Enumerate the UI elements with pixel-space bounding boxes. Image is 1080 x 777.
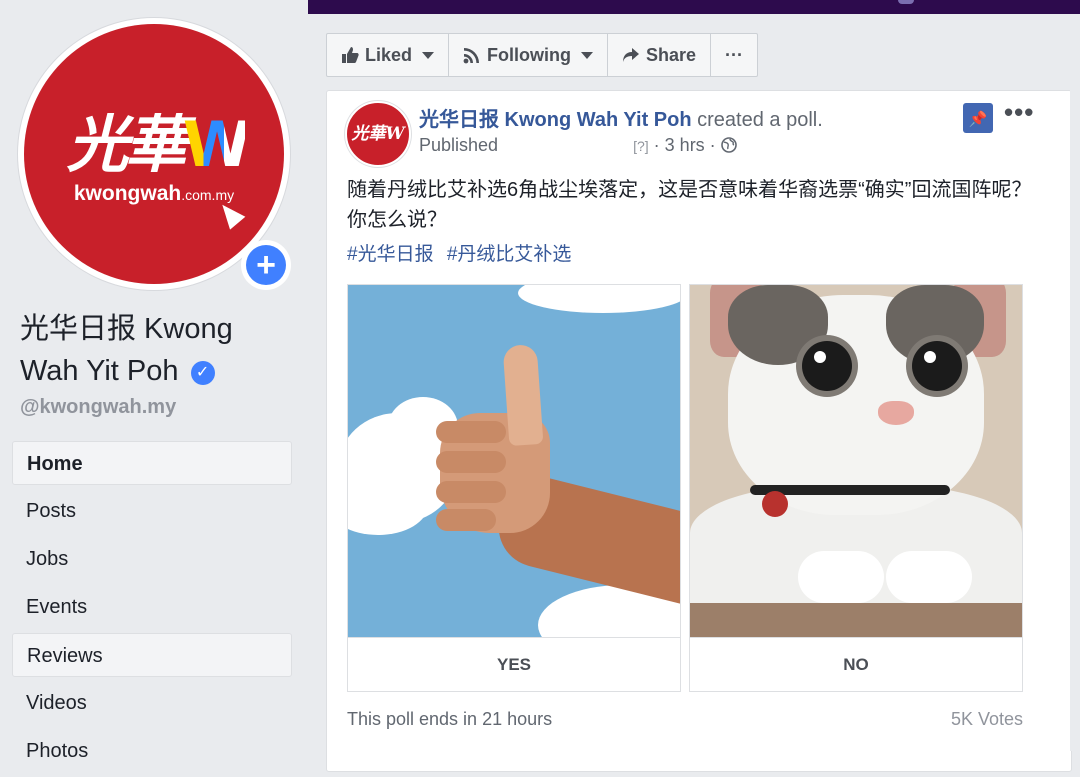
logo-w-mark: W	[182, 108, 251, 181]
poll-end-time: This poll ends in 21 hours	[347, 709, 553, 729]
cat-nose	[878, 401, 914, 425]
chevron-down-icon	[581, 51, 593, 59]
profile-picture-logo[interactable]: 光華W kwongwah.com.my	[24, 24, 284, 284]
chevron-down-icon	[422, 51, 435, 59]
post-hashtags: #光华日报 #丹绒比艾补选	[347, 239, 579, 266]
following-button[interactable]: Following	[449, 34, 608, 76]
poll-option-label[interactable]: YES	[348, 637, 680, 692]
nav-item-home[interactable]: Home	[12, 441, 292, 485]
globe-icon[interactable]	[720, 137, 737, 153]
finger-shape	[436, 451, 506, 473]
post-status[interactable]: Published	[419, 135, 498, 155]
nav-item-photos[interactable]: Photos	[12, 729, 292, 773]
cat-eye	[802, 341, 852, 391]
poll-option-no[interactable]: NO	[689, 284, 1023, 692]
topbar-indicator	[898, 0, 914, 4]
nav-item-posts[interactable]: Posts	[12, 489, 292, 533]
post-meta-small: [?]	[633, 138, 649, 154]
rss-feed-icon	[463, 48, 480, 64]
post-options-button[interactable]: •••	[1004, 97, 1034, 128]
finger-shape	[436, 509, 496, 531]
post-text: 随着丹绒比艾补选6角战尘埃落定，这是否意味着华裔选票“确实”回流国阵呢？你怎么说…	[347, 179, 1032, 231]
top-navigation-bar	[308, 0, 1080, 14]
cloud-shape	[518, 285, 680, 313]
post-timestamp[interactable]: · 3 hrs ·	[654, 135, 716, 155]
pin-icon: 📌	[968, 111, 988, 128]
nav-item-videos[interactable]: Videos	[12, 681, 292, 725]
finger-shape	[436, 481, 506, 503]
poll-post-card: 光華W 光华日报 Kwong Wah Yit Poh created a pol…	[326, 90, 1072, 772]
poll-option-label[interactable]: NO	[690, 637, 1022, 692]
liked-label: Liked	[365, 45, 413, 65]
page-navigation: Home Posts Jobs Events Reviews Videos Ph…	[12, 441, 292, 777]
add-profile-photo-button[interactable]: +	[241, 240, 291, 290]
cat-paw	[886, 551, 972, 603]
verified-badge-icon: ✓	[190, 361, 215, 385]
share-label: Share	[646, 45, 697, 65]
table-surface	[690, 603, 1022, 637]
profile-picture-frame[interactable]: 光華W kwongwah.com.my +	[18, 18, 291, 290]
finger-shape	[436, 421, 506, 443]
liked-button[interactable]: Liked	[327, 34, 450, 76]
post-author-avatar[interactable]: 光華W	[345, 101, 411, 167]
logo-wordmark: 光華W	[66, 108, 251, 181]
page-sidebar: 光華W kwongwah.com.my + 光华日报 Kwong Wah Yit…	[0, 0, 308, 762]
plus-icon: +	[246, 245, 286, 285]
thumb-shape	[502, 343, 544, 447]
post-header: 光华日报 Kwong Wah Yit Poh created a poll.	[419, 103, 823, 132]
thumbs-up-icon	[342, 47, 359, 63]
cat-gif[interactable]	[690, 285, 1022, 637]
logo-url: kwongwah.com.my	[73, 182, 235, 205]
nav-item-reviews[interactable]: Reviews	[12, 633, 292, 677]
page-title[interactable]: 光华日报 Kwong Wah Yit Poh ✓	[20, 308, 290, 392]
following-label: Following	[487, 45, 571, 65]
cat-paw	[798, 551, 884, 603]
cat-bell	[762, 491, 788, 517]
nav-item-events[interactable]: Events	[12, 585, 292, 629]
share-button[interactable]: Share	[608, 34, 712, 76]
page-gutter	[1070, 90, 1080, 751]
nav-item-jobs[interactable]: Jobs	[12, 537, 292, 581]
post-meta: Published [?] · 3 hrs ·	[419, 135, 737, 156]
avatar-logo-text: 光華W	[351, 124, 405, 144]
thumbs-up-gif[interactable]	[348, 285, 680, 637]
post-action-text: created a poll.	[697, 109, 823, 131]
post-author-link[interactable]: 光华日报 Kwong Wah Yit Poh	[419, 109, 692, 131]
pin-post-button[interactable]: 📌	[963, 103, 993, 133]
page-username[interactable]: @kwongwah.my	[20, 396, 176, 419]
cat-eye	[912, 341, 962, 391]
poll-vote-count[interactable]: 5K Votes	[951, 709, 1023, 730]
more-options-button[interactable]: ···	[711, 34, 757, 76]
poll-option-yes[interactable]: YES	[347, 284, 681, 692]
hashtag-link[interactable]: #丹绒比艾补选	[447, 244, 572, 265]
share-arrow-icon	[623, 48, 639, 62]
page-action-bar: Liked Following Share ···	[326, 33, 759, 77]
hashtag-link[interactable]: #光华日报	[347, 244, 434, 265]
